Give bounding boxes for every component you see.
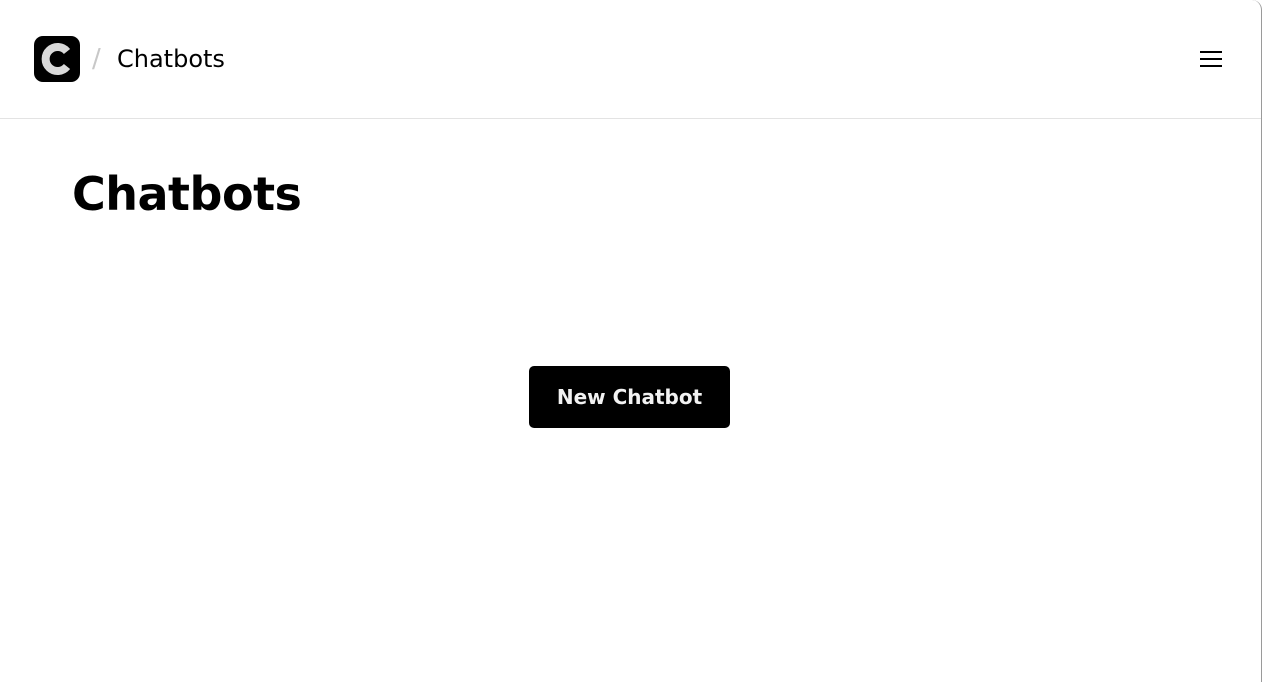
menu-button[interactable] xyxy=(1191,42,1231,76)
app-logo[interactable] xyxy=(34,36,80,82)
breadcrumb-current: Chatbots xyxy=(117,45,225,73)
hamburger-menu-icon xyxy=(1200,51,1222,67)
logo-c-icon xyxy=(41,43,71,75)
new-chatbot-button[interactable]: New Chatbot xyxy=(529,366,730,428)
app-window: / Chatbots Chatbots New Chatbot xyxy=(0,0,1262,682)
page-title: Chatbots xyxy=(72,167,302,221)
breadcrumb-separator: / xyxy=(92,44,101,74)
top-bar: / Chatbots xyxy=(0,0,1261,119)
